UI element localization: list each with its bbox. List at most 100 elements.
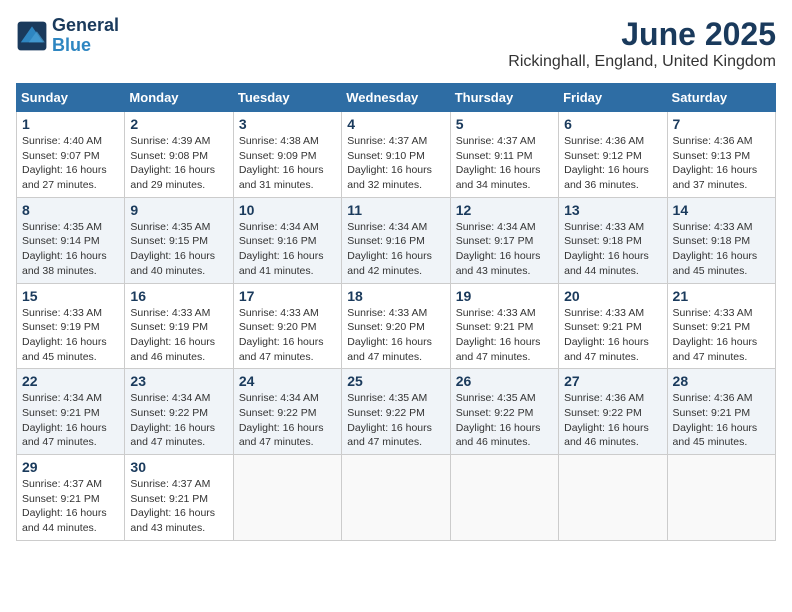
calendar-table: SundayMondayTuesdayWednesdayThursdayFrid… bbox=[16, 83, 776, 541]
day-info: Sunrise: 4:35 AM Sunset: 9:15 PM Dayligh… bbox=[130, 220, 227, 279]
calendar-cell: 18 Sunrise: 4:33 AM Sunset: 9:20 PM Dayl… bbox=[342, 283, 450, 369]
calendar-week-row: 15 Sunrise: 4:33 AM Sunset: 9:19 PM Dayl… bbox=[17, 283, 776, 369]
logo-text: General Blue bbox=[52, 16, 119, 56]
calendar-cell: 22 Sunrise: 4:34 AM Sunset: 9:21 PM Dayl… bbox=[17, 369, 125, 455]
weekday-header-sunday: Sunday bbox=[17, 84, 125, 112]
weekday-header-thursday: Thursday bbox=[450, 84, 558, 112]
weekday-header-friday: Friday bbox=[559, 84, 667, 112]
day-info: Sunrise: 4:34 AM Sunset: 9:22 PM Dayligh… bbox=[130, 391, 227, 450]
day-number: 10 bbox=[239, 202, 336, 218]
day-info: Sunrise: 4:35 AM Sunset: 9:14 PM Dayligh… bbox=[22, 220, 119, 279]
day-info: Sunrise: 4:34 AM Sunset: 9:16 PM Dayligh… bbox=[239, 220, 336, 279]
day-info: Sunrise: 4:36 AM Sunset: 9:13 PM Dayligh… bbox=[673, 134, 770, 193]
calendar-cell: 2 Sunrise: 4:39 AM Sunset: 9:08 PM Dayli… bbox=[125, 112, 233, 198]
day-number: 22 bbox=[22, 373, 119, 389]
day-info: Sunrise: 4:33 AM Sunset: 9:18 PM Dayligh… bbox=[564, 220, 661, 279]
calendar-cell: 15 Sunrise: 4:33 AM Sunset: 9:19 PM Dayl… bbox=[17, 283, 125, 369]
day-number: 27 bbox=[564, 373, 661, 389]
calendar-cell: 30 Sunrise: 4:37 AM Sunset: 9:21 PM Dayl… bbox=[125, 455, 233, 541]
day-number: 12 bbox=[456, 202, 553, 218]
logo-icon bbox=[16, 20, 48, 52]
day-number: 30 bbox=[130, 459, 227, 475]
weekday-header-tuesday: Tuesday bbox=[233, 84, 341, 112]
calendar-cell: 5 Sunrise: 4:37 AM Sunset: 9:11 PM Dayli… bbox=[450, 112, 558, 198]
calendar-cell: 14 Sunrise: 4:33 AM Sunset: 9:18 PM Dayl… bbox=[667, 197, 775, 283]
day-number: 18 bbox=[347, 288, 444, 304]
day-number: 2 bbox=[130, 116, 227, 132]
day-info: Sunrise: 4:33 AM Sunset: 9:20 PM Dayligh… bbox=[347, 306, 444, 365]
day-number: 25 bbox=[347, 373, 444, 389]
day-number: 19 bbox=[456, 288, 553, 304]
day-info: Sunrise: 4:36 AM Sunset: 9:21 PM Dayligh… bbox=[673, 391, 770, 450]
calendar-week-row: 8 Sunrise: 4:35 AM Sunset: 9:14 PM Dayli… bbox=[17, 197, 776, 283]
calendar-cell: 29 Sunrise: 4:37 AM Sunset: 9:21 PM Dayl… bbox=[17, 455, 125, 541]
calendar-cell: 1 Sunrise: 4:40 AM Sunset: 9:07 PM Dayli… bbox=[17, 112, 125, 198]
calendar-cell bbox=[342, 455, 450, 541]
calendar-cell: 13 Sunrise: 4:33 AM Sunset: 9:18 PM Dayl… bbox=[559, 197, 667, 283]
calendar-cell: 16 Sunrise: 4:33 AM Sunset: 9:19 PM Dayl… bbox=[125, 283, 233, 369]
title-section: June 2025 Rickinghall, England, United K… bbox=[508, 16, 776, 71]
calendar-cell: 25 Sunrise: 4:35 AM Sunset: 9:22 PM Dayl… bbox=[342, 369, 450, 455]
day-number: 3 bbox=[239, 116, 336, 132]
day-info: Sunrise: 4:37 AM Sunset: 9:10 PM Dayligh… bbox=[347, 134, 444, 193]
day-info: Sunrise: 4:34 AM Sunset: 9:21 PM Dayligh… bbox=[22, 391, 119, 450]
day-number: 9 bbox=[130, 202, 227, 218]
day-info: Sunrise: 4:33 AM Sunset: 9:19 PM Dayligh… bbox=[130, 306, 227, 365]
day-number: 6 bbox=[564, 116, 661, 132]
calendar-week-row: 29 Sunrise: 4:37 AM Sunset: 9:21 PM Dayl… bbox=[17, 455, 776, 541]
day-number: 4 bbox=[347, 116, 444, 132]
day-number: 21 bbox=[673, 288, 770, 304]
calendar-cell bbox=[450, 455, 558, 541]
weekday-header-saturday: Saturday bbox=[667, 84, 775, 112]
location: Rickinghall, England, United Kingdom bbox=[508, 53, 776, 71]
calendar-header-row: SundayMondayTuesdayWednesdayThursdayFrid… bbox=[17, 84, 776, 112]
calendar-cell: 19 Sunrise: 4:33 AM Sunset: 9:21 PM Dayl… bbox=[450, 283, 558, 369]
day-number: 29 bbox=[22, 459, 119, 475]
calendar-cell bbox=[667, 455, 775, 541]
day-number: 26 bbox=[456, 373, 553, 389]
day-number: 13 bbox=[564, 202, 661, 218]
calendar-cell: 10 Sunrise: 4:34 AM Sunset: 9:16 PM Dayl… bbox=[233, 197, 341, 283]
calendar-body: 1 Sunrise: 4:40 AM Sunset: 9:07 PM Dayli… bbox=[17, 112, 776, 541]
calendar-cell: 12 Sunrise: 4:34 AM Sunset: 9:17 PM Dayl… bbox=[450, 197, 558, 283]
day-number: 8 bbox=[22, 202, 119, 218]
calendar-cell: 3 Sunrise: 4:38 AM Sunset: 9:09 PM Dayli… bbox=[233, 112, 341, 198]
day-info: Sunrise: 4:36 AM Sunset: 9:12 PM Dayligh… bbox=[564, 134, 661, 193]
day-number: 14 bbox=[673, 202, 770, 218]
calendar-cell: 4 Sunrise: 4:37 AM Sunset: 9:10 PM Dayli… bbox=[342, 112, 450, 198]
day-info: Sunrise: 4:37 AM Sunset: 9:11 PM Dayligh… bbox=[456, 134, 553, 193]
calendar-cell bbox=[559, 455, 667, 541]
calendar-cell: 17 Sunrise: 4:33 AM Sunset: 9:20 PM Dayl… bbox=[233, 283, 341, 369]
day-info: Sunrise: 4:33 AM Sunset: 9:21 PM Dayligh… bbox=[673, 306, 770, 365]
day-info: Sunrise: 4:34 AM Sunset: 9:17 PM Dayligh… bbox=[456, 220, 553, 279]
day-number: 7 bbox=[673, 116, 770, 132]
calendar-cell: 8 Sunrise: 4:35 AM Sunset: 9:14 PM Dayli… bbox=[17, 197, 125, 283]
day-number: 5 bbox=[456, 116, 553, 132]
day-info: Sunrise: 4:35 AM Sunset: 9:22 PM Dayligh… bbox=[347, 391, 444, 450]
calendar-cell: 24 Sunrise: 4:34 AM Sunset: 9:22 PM Dayl… bbox=[233, 369, 341, 455]
calendar-cell: 6 Sunrise: 4:36 AM Sunset: 9:12 PM Dayli… bbox=[559, 112, 667, 198]
page-header: General Blue June 2025 Rickinghall, Engl… bbox=[16, 16, 776, 71]
day-number: 23 bbox=[130, 373, 227, 389]
day-info: Sunrise: 4:39 AM Sunset: 9:08 PM Dayligh… bbox=[130, 134, 227, 193]
day-info: Sunrise: 4:36 AM Sunset: 9:22 PM Dayligh… bbox=[564, 391, 661, 450]
calendar-cell: 9 Sunrise: 4:35 AM Sunset: 9:15 PM Dayli… bbox=[125, 197, 233, 283]
day-number: 20 bbox=[564, 288, 661, 304]
day-number: 28 bbox=[673, 373, 770, 389]
calendar-cell: 28 Sunrise: 4:36 AM Sunset: 9:21 PM Dayl… bbox=[667, 369, 775, 455]
day-number: 15 bbox=[22, 288, 119, 304]
day-info: Sunrise: 4:34 AM Sunset: 9:16 PM Dayligh… bbox=[347, 220, 444, 279]
calendar-week-row: 1 Sunrise: 4:40 AM Sunset: 9:07 PM Dayli… bbox=[17, 112, 776, 198]
day-info: Sunrise: 4:37 AM Sunset: 9:21 PM Dayligh… bbox=[22, 477, 119, 536]
day-number: 16 bbox=[130, 288, 227, 304]
day-number: 1 bbox=[22, 116, 119, 132]
calendar-cell: 7 Sunrise: 4:36 AM Sunset: 9:13 PM Dayli… bbox=[667, 112, 775, 198]
calendar-week-row: 22 Sunrise: 4:34 AM Sunset: 9:21 PM Dayl… bbox=[17, 369, 776, 455]
day-number: 17 bbox=[239, 288, 336, 304]
day-info: Sunrise: 4:33 AM Sunset: 9:19 PM Dayligh… bbox=[22, 306, 119, 365]
day-number: 11 bbox=[347, 202, 444, 218]
calendar-cell: 27 Sunrise: 4:36 AM Sunset: 9:22 PM Dayl… bbox=[559, 369, 667, 455]
day-info: Sunrise: 4:33 AM Sunset: 9:18 PM Dayligh… bbox=[673, 220, 770, 279]
weekday-header-monday: Monday bbox=[125, 84, 233, 112]
day-number: 24 bbox=[239, 373, 336, 389]
